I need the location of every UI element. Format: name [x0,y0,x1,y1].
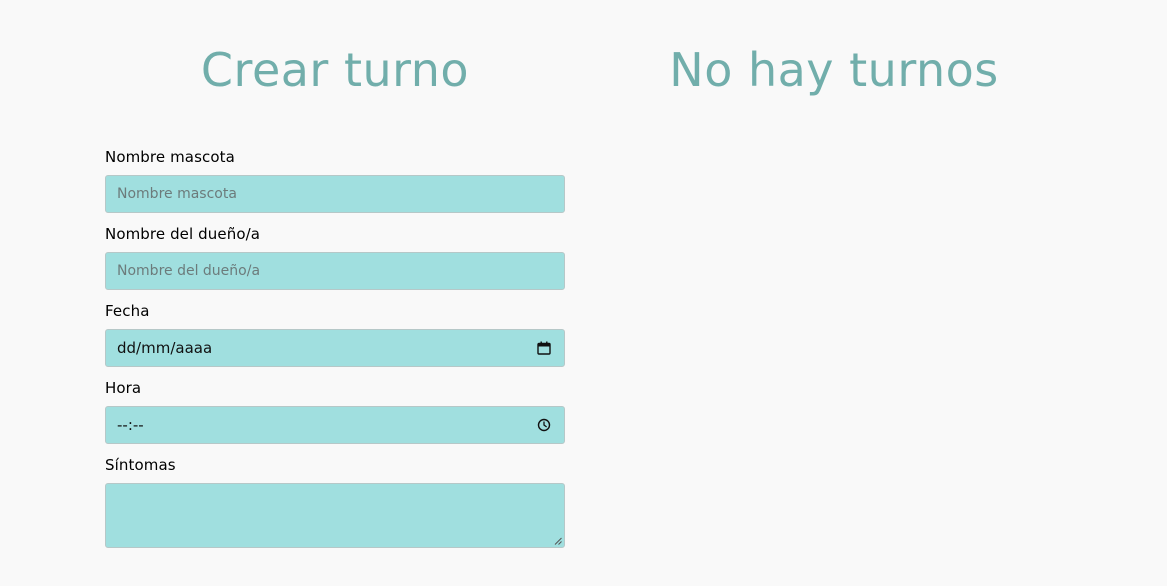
pet-name-label: Nombre mascota [105,148,235,166]
clock-icon[interactable] [537,418,551,432]
time-input[interactable]: --:-- [105,406,565,444]
no-appointments-title: No hay turnos [669,43,999,97]
date-field: Fecha dd/mm/aaaa [105,301,565,367]
pet-name-input[interactable]: Nombre mascota [105,175,565,213]
resize-handle-icon[interactable] [554,537,562,545]
calendar-icon[interactable] [537,341,551,355]
symptoms-textarea[interactable] [105,483,565,548]
owner-name-placeholder: Nombre del dueño/a [117,263,261,279]
date-input[interactable]: dd/mm/aaaa [105,329,565,367]
owner-name-field: Nombre del dueño/a Nombre del dueño/a [105,224,565,290]
pet-name-placeholder: Nombre mascota [117,186,237,202]
pet-name-field: Nombre mascota Nombre mascota [105,147,565,213]
create-appointment-title: Crear turno [200,43,470,97]
owner-name-input[interactable]: Nombre del dueño/a [105,252,565,290]
time-field: Hora --:-- [105,378,565,444]
date-value: dd/mm/aaaa [117,339,213,357]
symptoms-label: Síntomas [105,456,176,474]
owner-name-label: Nombre del dueño/a [105,225,261,243]
time-label: Hora [105,379,142,397]
time-value: --:-- [117,416,144,434]
symptoms-field: Síntomas [105,455,565,548]
date-label: Fecha [105,302,150,320]
page: Crear turno Nombre mascota Nombre mascot… [0,0,1167,586]
appointment-form: Nombre mascota Nombre mascota Nombre del… [105,147,565,559]
